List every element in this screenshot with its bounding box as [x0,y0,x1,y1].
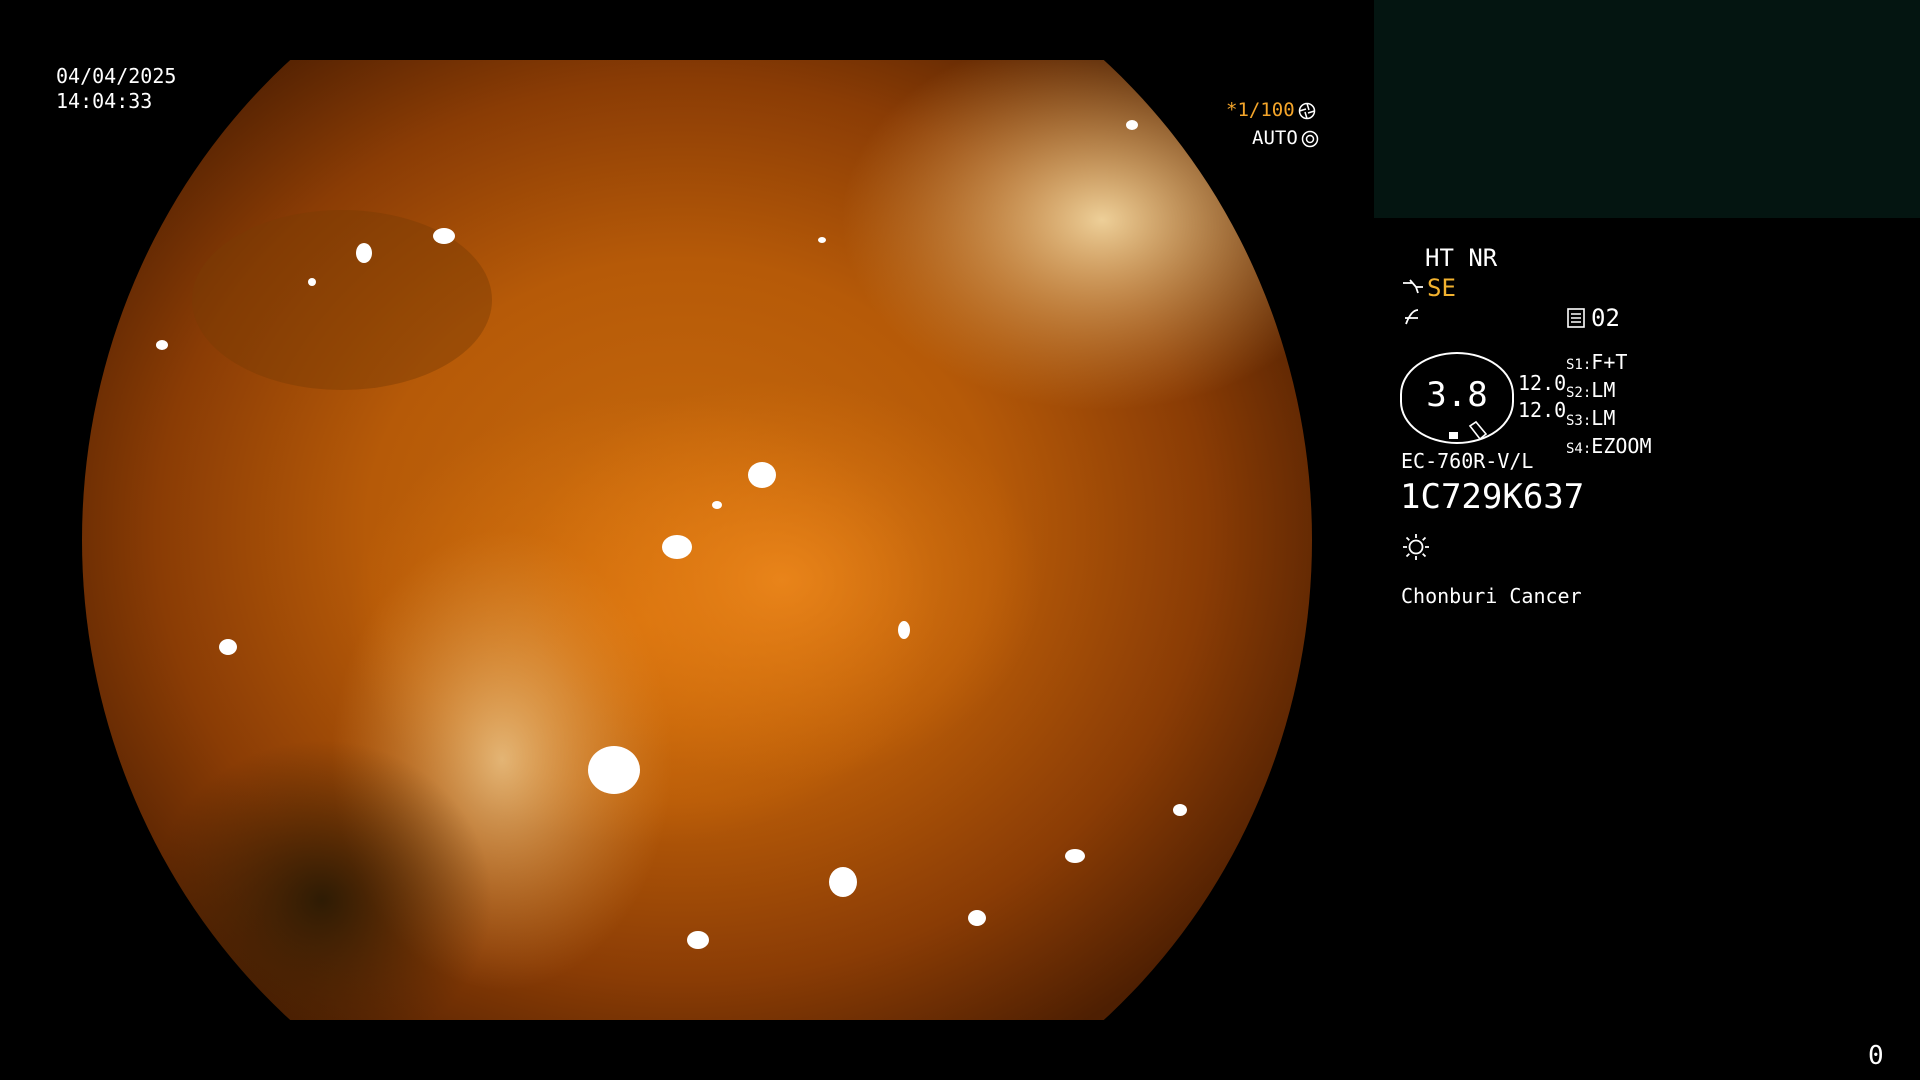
value-b: 12.0 [1518,398,1567,422]
iris-icon [1301,130,1319,147]
institution-name: Chonburi Cancer [1401,584,1582,608]
page-number: 02 [1591,304,1620,332]
mucosa-texture [152,60,1312,1020]
se-indicator: SE [1401,276,1456,300]
memo-icon [1567,308,1585,328]
s1-key: S1: [1566,357,1592,373]
endoscopy-monitor: 04/04/2025 14:04:33 *1/100 AUTO HT NR SE [0,0,1920,1080]
mode-indicator: AUTO [1252,129,1319,148]
s2-value: LM [1591,378,1616,402]
thumbnail-panel [1374,0,1920,218]
page-indicator: 02 [1566,306,1620,330]
zoom-value: 3.8 [1426,375,1488,415]
switch-s2: S2:LM [1566,378,1652,406]
s3-key: S3: [1566,413,1592,429]
switch-s4: S4:EZOOM [1566,434,1652,462]
switch-s3: S3:LM [1566,406,1652,434]
aperture-icon [1298,102,1315,119]
light-icon [1401,532,1431,566]
scope-tip-icon [1403,279,1423,294]
switch-list: S1:F+T S2:LM S3:LM S4:EZOOM [1566,350,1652,462]
s1-value: F+T [1591,350,1628,374]
switch-s1: S1:F+T [1566,350,1652,378]
time-text: 14:04:33 [56,89,153,113]
value-a: 12.0 [1518,371,1567,395]
shutter-indicator: *1/100 [1226,101,1316,120]
s4-key: S4: [1566,441,1592,457]
shutter-text: *1/100 [1226,99,1295,121]
zoom-marker [1449,432,1458,439]
s3-value: LM [1591,406,1616,430]
zoom-lever-icon [1466,420,1488,446]
scope-serial: 1C729K637 [1400,477,1585,517]
endoscope-image [82,60,1312,1020]
mucosa-highlight [522,380,1042,780]
date-text: 04/04/2025 [56,64,177,88]
s2-key: S2: [1566,385,1592,401]
image-counter: 0 [1868,1041,1884,1071]
ht-nr-label: HT NR [1425,244,1498,272]
mode-text: AUTO [1252,127,1298,149]
se-text: SE [1427,274,1456,302]
filter-icon [1403,306,1423,332]
s4-value: EZOOM [1591,434,1652,458]
scope-model: EC-760R-V/L [1401,449,1534,473]
